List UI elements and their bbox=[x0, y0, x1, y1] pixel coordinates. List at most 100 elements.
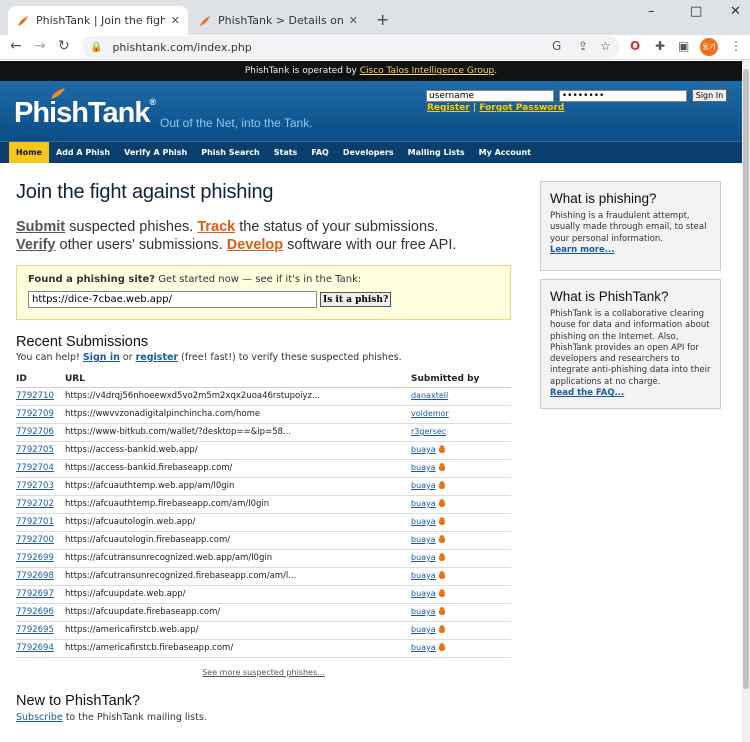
track-link[interactable]: Track bbox=[197, 219, 235, 235]
read-faq-link[interactable]: Read the FAQ... bbox=[550, 388, 711, 398]
submitted-by-cell: buaya bbox=[411, 621, 511, 640]
phish-id-link[interactable]: 7792706 bbox=[16, 427, 54, 437]
submitter-link[interactable]: buaya bbox=[411, 499, 436, 508]
close-tab-icon[interactable]: ✕ bbox=[171, 14, 180, 27]
close-window-icon[interactable]: ✕ bbox=[730, 4, 741, 19]
phish-id-link[interactable]: 7792696 bbox=[16, 607, 54, 617]
cisco-talos-link[interactable]: Cisco Talos Intelligence Group bbox=[360, 66, 495, 76]
nav-stats[interactable]: Stats bbox=[267, 142, 305, 163]
submitter-link[interactable]: buaya bbox=[411, 535, 436, 544]
phish-id-link[interactable]: 7792697 bbox=[16, 589, 54, 599]
submitter-link[interactable]: buaya bbox=[411, 445, 436, 454]
submitter-link[interactable]: danaxtell bbox=[411, 391, 448, 400]
nav-faq[interactable]: FAQ bbox=[304, 142, 336, 163]
phish-url-cell: https://americafirstcb.web.app/ bbox=[65, 621, 411, 640]
phish-id-link[interactable]: 7792700 bbox=[16, 535, 54, 545]
phish-id-link[interactable]: 7792710 bbox=[16, 391, 54, 401]
tab-phishtank-home[interactable]: PhishTank | Join the fight agains ✕ bbox=[8, 6, 188, 35]
nav-mailing-lists[interactable]: Mailing Lists bbox=[401, 142, 472, 163]
address-bar[interactable]: 🔒 phishtank.com/index.php bbox=[82, 36, 620, 58]
submitter-link[interactable]: buaya bbox=[411, 571, 436, 580]
sign-in-button[interactable]: Sign In bbox=[691, 89, 728, 102]
nav-my-account[interactable]: My Account bbox=[472, 142, 538, 163]
flame-icon bbox=[438, 481, 445, 489]
login-form: Sign In bbox=[426, 89, 728, 102]
submitter-link[interactable]: buaya bbox=[411, 553, 436, 562]
phish-url-input[interactable] bbox=[28, 291, 317, 308]
phish-url-cell: https://v4drqj56nhoeewxd5vo2m5m2xqx2uoa4… bbox=[65, 387, 411, 406]
maximize-icon[interactable]: □ bbox=[690, 4, 702, 19]
help-text: You can help! Sign in or register (free!… bbox=[16, 352, 511, 363]
share-icon[interactable]: ⇪ bbox=[578, 39, 588, 53]
subscribe-link[interactable]: Subscribe bbox=[16, 712, 63, 723]
tab-phishtank-details[interactable]: PhishTank > Details on suspecte ✕ bbox=[190, 6, 366, 35]
submitter-link[interactable]: buaya bbox=[411, 643, 436, 652]
phish-id-link[interactable]: 7792709 bbox=[16, 409, 54, 419]
phish-id-link[interactable]: 7792702 bbox=[16, 499, 54, 509]
table-row: 7792710 https://v4drqj56nhoeewxd5vo2m5m2x… bbox=[16, 387, 511, 406]
phish-id-link[interactable]: 7792701 bbox=[16, 517, 54, 527]
what-is-phishtank-text: PhishTank is a collaborative clearing ho… bbox=[550, 309, 711, 387]
see-more-link[interactable]: See more suspected phishes... bbox=[202, 668, 325, 677]
profile-avatar[interactable]: 동기 bbox=[700, 38, 718, 56]
password-field[interactable] bbox=[558, 90, 687, 102]
google-translate-icon[interactable]: G bbox=[552, 39, 561, 53]
learn-more-link[interactable]: Learn more... bbox=[550, 245, 711, 255]
table-row: 7792695 https://americafirstcb.web.app/bu… bbox=[16, 621, 511, 640]
menu-kebab-icon[interactable]: ⋮ bbox=[730, 39, 742, 53]
column-header-submitted-by: Submitted by bbox=[411, 371, 511, 388]
phish-id-link[interactable]: 7792694 bbox=[16, 643, 54, 653]
phishtank-logo[interactable]: PhishTank® bbox=[14, 88, 156, 130]
submitter-link[interactable]: r3gersec bbox=[411, 427, 446, 436]
table-row: 7792703 https://afcuauthtemp.web.app/am/l… bbox=[16, 477, 511, 496]
recent-submissions-title: Recent Submissions bbox=[16, 334, 149, 350]
forgot-password-link[interactable]: Forgot Password bbox=[479, 103, 564, 113]
submitted-by-cell: buaya bbox=[411, 531, 511, 550]
phish-id-link[interactable]: 7792704 bbox=[16, 463, 54, 473]
nav-add-a-phish[interactable]: Add A Phish bbox=[49, 142, 117, 163]
phish-url-cell: https://www-bitkub.com/wallet/?desktop==… bbox=[65, 423, 411, 442]
nav-developers[interactable]: Developers bbox=[336, 142, 401, 163]
side-panel-icon[interactable]: ▣ bbox=[678, 39, 689, 53]
username-field[interactable] bbox=[426, 90, 554, 102]
nav-verify-a-phish[interactable]: Verify A Phish bbox=[117, 142, 194, 163]
nav-phish-search[interactable]: Phish Search bbox=[194, 142, 267, 163]
intro-text-1: suspected phishes. bbox=[65, 219, 198, 235]
phish-id-link[interactable]: 7792695 bbox=[16, 625, 54, 635]
close-tab-icon[interactable]: ✕ bbox=[349, 14, 358, 27]
submit-link[interactable]: Submit bbox=[16, 219, 65, 235]
submitter-link[interactable]: voldemor bbox=[411, 409, 449, 418]
extension-icon[interactable]: O bbox=[630, 39, 640, 53]
minimize-icon[interactable]: – bbox=[648, 4, 655, 19]
sign-in-link[interactable]: Sign in bbox=[83, 352, 120, 363]
bookmark-star-icon[interactable]: ☆ bbox=[600, 39, 611, 53]
intro-text-2: the status of your submissions. bbox=[235, 219, 439, 235]
nav-home[interactable]: Home bbox=[9, 142, 49, 163]
submitter-link[interactable]: buaya bbox=[411, 463, 436, 472]
back-icon[interactable]: ← bbox=[10, 38, 22, 54]
register-link[interactable]: Register bbox=[427, 103, 470, 113]
submitter-link[interactable]: buaya bbox=[411, 607, 436, 616]
phish-id-link[interactable]: 7792703 bbox=[16, 481, 54, 491]
extensions-puzzle-icon[interactable]: ✚ bbox=[655, 39, 665, 53]
scrollbar-thumb[interactable] bbox=[743, 69, 749, 689]
submitter-link[interactable]: buaya bbox=[411, 625, 436, 634]
phish-id-link[interactable]: 7792705 bbox=[16, 445, 54, 455]
submitted-by-cell: r3gersec bbox=[411, 423, 511, 442]
new-tab-icon[interactable]: + bbox=[376, 10, 389, 29]
submitted-by-cell: buaya bbox=[411, 639, 511, 658]
forward-icon[interactable]: → bbox=[34, 38, 46, 54]
submitter-link[interactable]: buaya bbox=[411, 481, 436, 490]
develop-link[interactable]: Develop bbox=[227, 237, 283, 253]
reload-icon[interactable]: ↻ bbox=[58, 38, 70, 54]
register-link[interactable]: register bbox=[136, 352, 179, 363]
column-header-url: URL bbox=[65, 371, 411, 388]
phish-id-cell: 7792700 bbox=[16, 531, 65, 550]
verify-link[interactable]: Verify bbox=[16, 237, 56, 253]
phish-id-link[interactable]: 7792699 bbox=[16, 553, 54, 563]
is-it-a-phish-button[interactable]: Is it a phish? bbox=[320, 292, 392, 307]
submitter-link[interactable]: buaya bbox=[411, 589, 436, 598]
phish-id-link[interactable]: 7792698 bbox=[16, 571, 54, 581]
submitter-link[interactable]: buaya bbox=[411, 517, 436, 526]
page-scrollbar[interactable] bbox=[742, 61, 750, 742]
